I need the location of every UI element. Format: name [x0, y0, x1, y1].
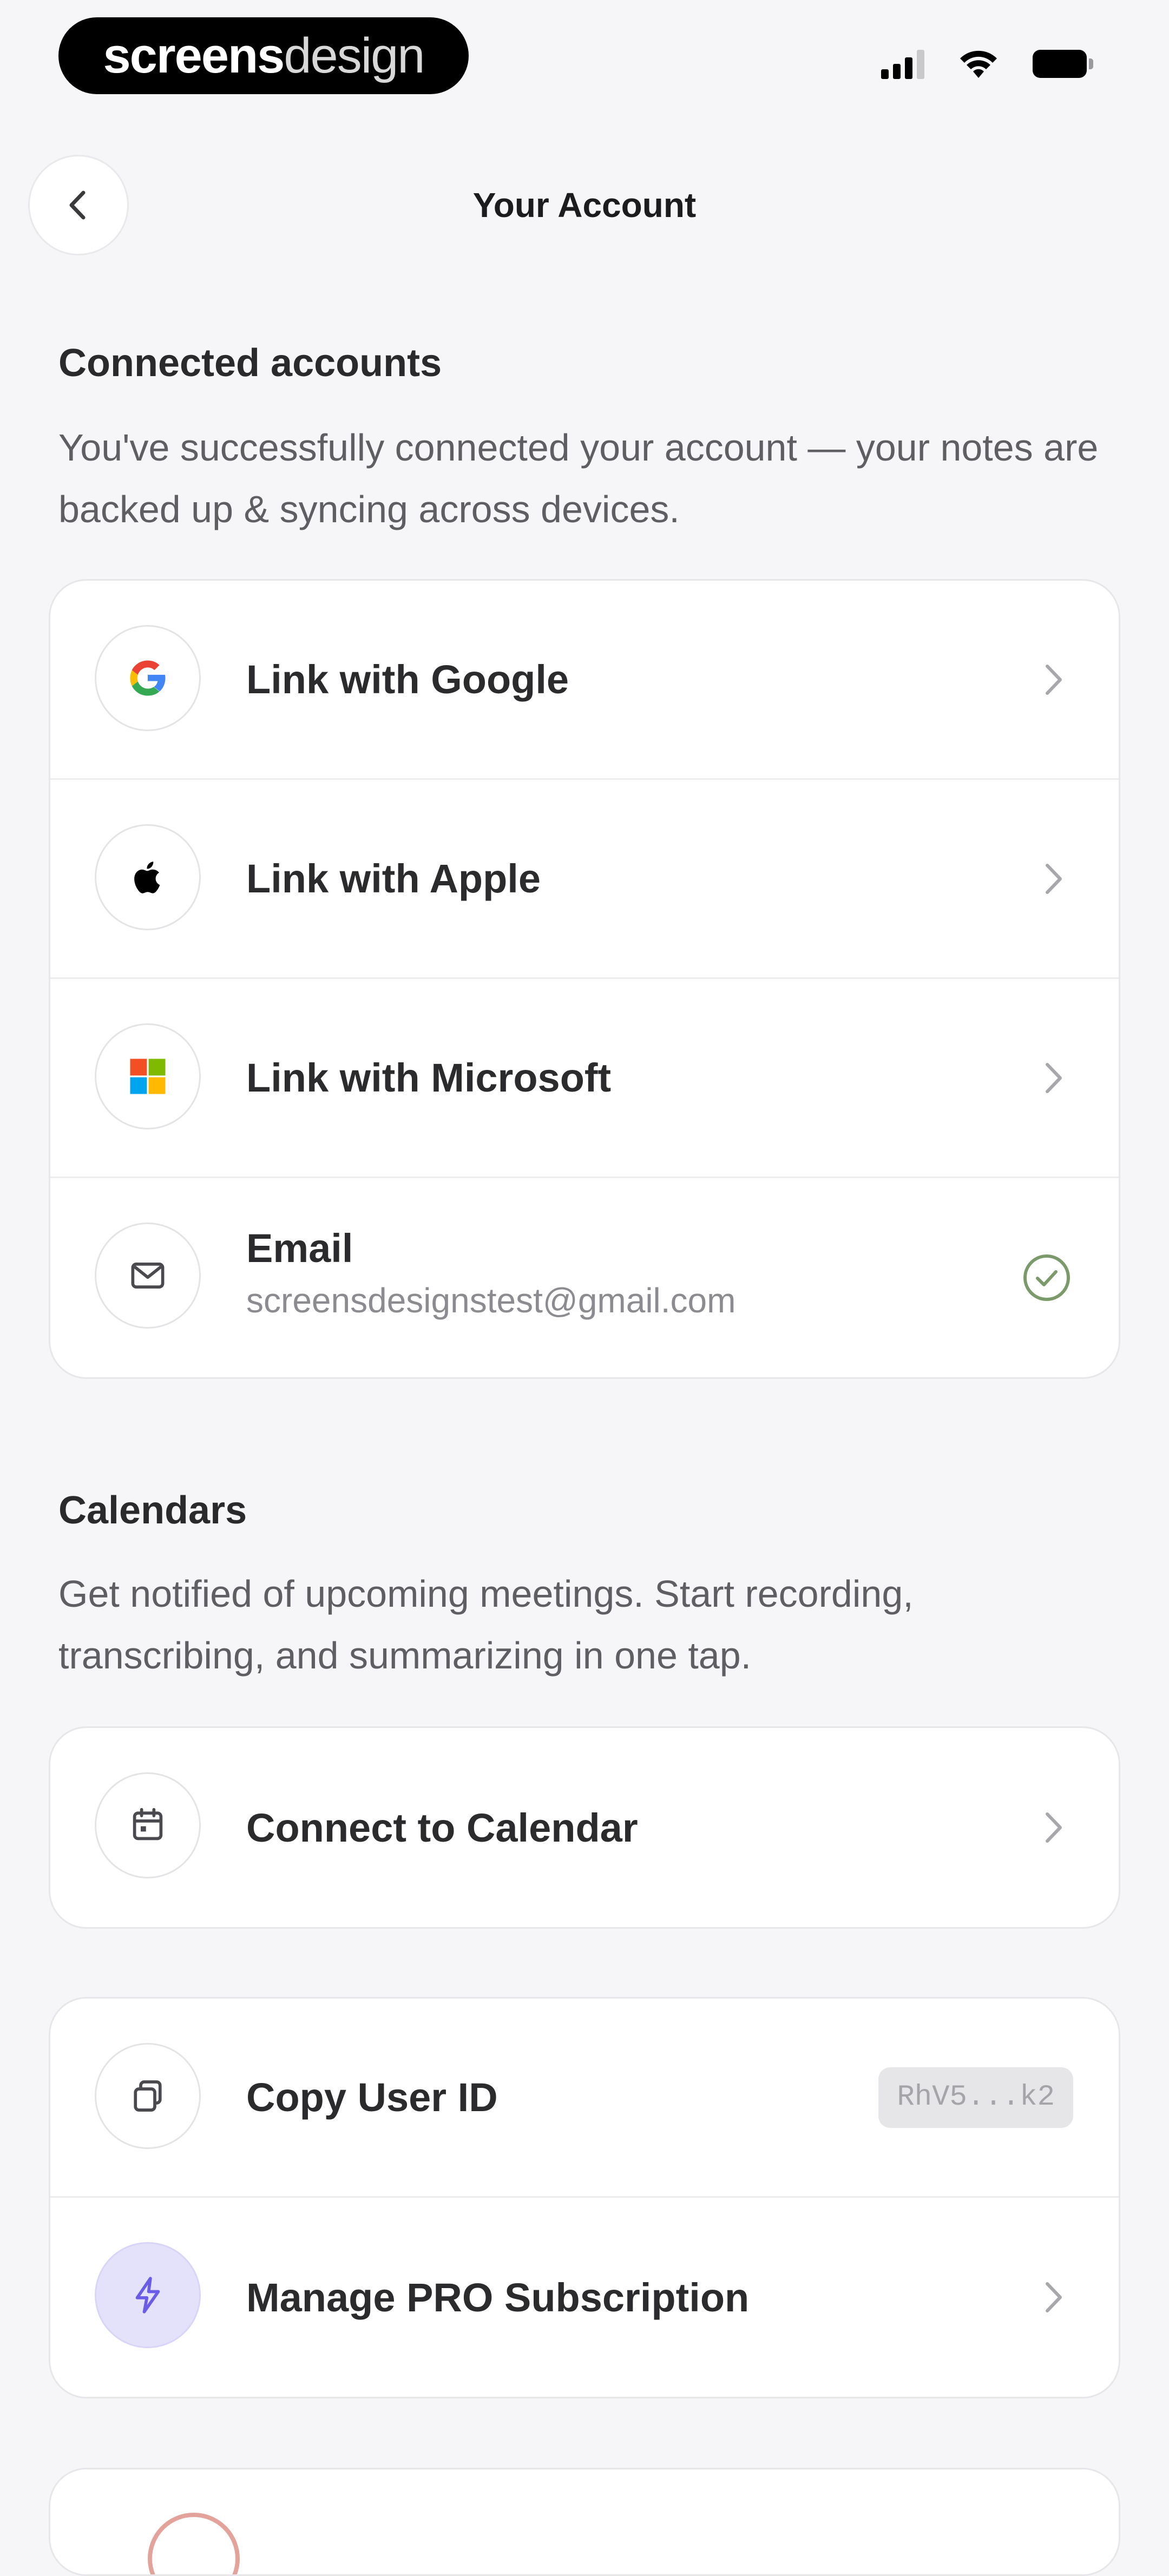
connected-accounts-card: Link with Google Link with Apple Link wi…	[49, 579, 1120, 1379]
microsoft-icon	[95, 1023, 201, 1129]
link-apple-row[interactable]: Link with Apple	[50, 780, 1119, 979]
copy-icon	[95, 2043, 201, 2149]
connect-calendar-label: Connect to Calendar	[246, 1805, 638, 1850]
page-title: Your Account	[472, 186, 697, 225]
battery-icon	[1033, 50, 1093, 78]
connected-accounts-heading: Connected accounts	[58, 341, 442, 385]
google-icon	[95, 625, 201, 731]
copy-user-id-label: Copy User ID	[246, 2075, 498, 2120]
chevron-right-icon	[1039, 1728, 1069, 1927]
connect-calendar-row[interactable]: Connect to Calendar	[50, 1728, 1119, 1927]
header: Your Account	[0, 146, 1169, 265]
brand-logo-bold: screens	[103, 28, 285, 83]
calendars-heading: Calendars	[58, 1489, 247, 1532]
link-microsoft-label: Link with Microsoft	[246, 1055, 612, 1100]
bottom-card-partial[interactable]	[49, 2468, 1120, 2576]
manage-subscription-row[interactable]: Manage PRO Subscription	[50, 2198, 1119, 2397]
brand-logo-thin: design	[284, 28, 425, 83]
email-address: screensdesignstest@gmail.com	[246, 1281, 736, 1320]
email-label: Email	[246, 1226, 353, 1271]
chevron-right-icon	[1039, 979, 1069, 1177]
lightning-icon	[95, 2242, 201, 2348]
copy-user-id-row[interactable]: Copy User ID RhV5...k2	[50, 1999, 1119, 2198]
partial-row-icon	[148, 2513, 240, 2574]
manage-subscription-label: Manage PRO Subscription	[246, 2275, 750, 2320]
link-microsoft-row[interactable]: Link with Microsoft	[50, 979, 1119, 1178]
check-circle-icon	[1023, 1254, 1070, 1301]
email-row[interactable]: Email screensdesignstest@gmail.com	[50, 1178, 1119, 1377]
chevron-right-icon	[1039, 581, 1069, 778]
wifi-icon	[960, 50, 997, 78]
email-text: Email screensdesignstest@gmail.com	[246, 1223, 735, 1326]
link-google-row[interactable]: Link with Google	[50, 581, 1119, 780]
account-tools-card: Copy User ID RhV5...k2 Manage PRO Subscr…	[49, 1997, 1120, 2398]
connected-accounts-description: You've successfully connected your accou…	[58, 426, 1099, 530]
mail-icon	[95, 1223, 201, 1329]
link-apple-label: Link with Apple	[246, 856, 541, 901]
chevron-right-icon	[1039, 780, 1069, 977]
apple-icon	[95, 824, 201, 930]
brand-logo: screens design	[58, 17, 469, 94]
status-icons	[881, 49, 1093, 79]
user-id-chip: RhV5...k2	[878, 2067, 1073, 2128]
calendar-card: Connect to Calendar	[49, 1726, 1120, 1929]
calendars-description: Get notified of upcoming meetings. Start…	[58, 1573, 914, 1677]
link-google-label: Link with Google	[246, 657, 569, 702]
signal-icon	[881, 49, 924, 79]
chevron-right-icon	[1039, 2198, 1069, 2397]
calendar-icon	[95, 1772, 201, 1878]
status-bar: screens design	[0, 0, 1169, 124]
